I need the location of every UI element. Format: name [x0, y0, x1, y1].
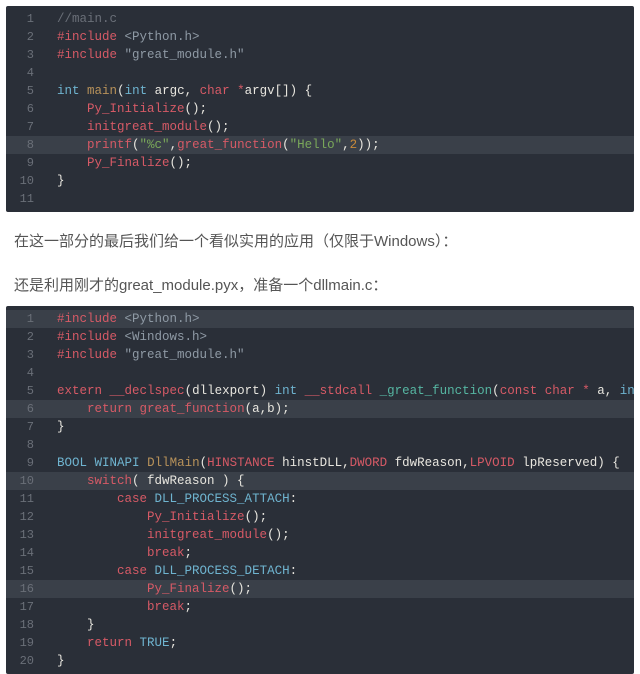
- code-block-2: 1 #include <Python.h>2 #include <Windows…: [6, 306, 634, 674]
- code-content: BOOL WINAPI DllMain(HINSTANCE hinstDLL,D…: [42, 454, 634, 472]
- line-number: 11: [6, 490, 42, 508]
- code-line: 13 initgreat_module();: [6, 526, 634, 544]
- line-number: 10: [6, 172, 42, 190]
- line-number: 9: [6, 154, 42, 172]
- code-line: 4: [6, 64, 634, 82]
- code-content: Py_Finalize();: [42, 154, 634, 172]
- line-number: 10: [6, 472, 42, 490]
- code-content: printf("%c",great_function("Hello",2));: [42, 136, 634, 154]
- code-line: 5 extern __declspec(dllexport) int __std…: [6, 382, 634, 400]
- line-number: 14: [6, 544, 42, 562]
- line-number: 11: [6, 190, 42, 208]
- code-line: 1 #include <Python.h>: [6, 310, 634, 328]
- line-number: 5: [6, 382, 42, 400]
- code-line: 6 return great_function(a,b);: [6, 400, 634, 418]
- code-content: int main(int argc, char *argv[]) {: [42, 82, 634, 100]
- code-line: 12 Py_Initialize();: [6, 508, 634, 526]
- paragraph-1: 在这一部分的最后我们给一个看似实用的应用（仅限于Windows）：: [0, 212, 640, 256]
- code-line: 7 }: [6, 418, 634, 436]
- line-number: 6: [6, 400, 42, 418]
- code-content: }: [42, 652, 634, 670]
- code-line: 1 //main.c: [6, 10, 634, 28]
- code-content: #include <Windows.h>: [42, 328, 634, 346]
- line-number: 1: [6, 10, 42, 28]
- line-number: 16: [6, 580, 42, 598]
- line-number: 15: [6, 562, 42, 580]
- code-line: 20 }: [6, 652, 634, 670]
- code-content: }: [42, 172, 634, 190]
- line-number: 4: [6, 64, 42, 82]
- code-line: 11: [6, 190, 634, 208]
- code-line: 10 switch( fdwReason ) {: [6, 472, 634, 490]
- line-number: 7: [6, 418, 42, 436]
- line-number: 18: [6, 616, 42, 634]
- line-number: 3: [6, 346, 42, 364]
- line-number: 8: [6, 436, 42, 454]
- code-content: case DLL_PROCESS_DETACH:: [42, 562, 634, 580]
- line-number: 1: [6, 310, 42, 328]
- line-number: 2: [6, 328, 42, 346]
- line-number: 5: [6, 82, 42, 100]
- code-content: return great_function(a,b);: [42, 400, 634, 418]
- code-content: Py_Finalize();: [42, 580, 634, 598]
- code-content: switch( fdwReason ) {: [42, 472, 634, 490]
- code-content: return TRUE;: [42, 634, 634, 652]
- code-line: 19 return TRUE;: [6, 634, 634, 652]
- line-number: 20: [6, 652, 42, 670]
- code-line: 9 BOOL WINAPI DllMain(HINSTANCE hinstDLL…: [6, 454, 634, 472]
- code-line: 8 printf("%c",great_function("Hello",2))…: [6, 136, 634, 154]
- line-number: 6: [6, 100, 42, 118]
- code-line: 4: [6, 364, 634, 382]
- code-content: //main.c: [42, 10, 634, 28]
- code-content: #include "great_module.h": [42, 346, 634, 364]
- code-content: }: [42, 616, 634, 634]
- code-content: break;: [42, 598, 634, 616]
- line-number: 17: [6, 598, 42, 616]
- code-line: 16 Py_Finalize();: [6, 580, 634, 598]
- code-line: 3 #include "great_module.h": [6, 46, 634, 64]
- code-line: 11 case DLL_PROCESS_ATTACH:: [6, 490, 634, 508]
- code-line: 10 }: [6, 172, 634, 190]
- line-number: 2: [6, 28, 42, 46]
- line-number: 8: [6, 136, 42, 154]
- code-block-1: 1 //main.c2 #include <Python.h>3 #includ…: [6, 6, 634, 212]
- code-line: 14 break;: [6, 544, 634, 562]
- code-content: case DLL_PROCESS_ATTACH:: [42, 490, 634, 508]
- code-content: #include <Python.h>: [42, 310, 634, 328]
- line-number: 13: [6, 526, 42, 544]
- code-content: #include <Python.h>: [42, 28, 634, 46]
- code-line: 18 }: [6, 616, 634, 634]
- code-line: 15 case DLL_PROCESS_DETACH:: [6, 562, 634, 580]
- line-number: 12: [6, 508, 42, 526]
- code-content: initgreat_module();: [42, 118, 634, 136]
- paragraph-2: 还是利用刚才的great_module.pyx，准备一个dllmain.c：: [0, 256, 640, 300]
- code-line: 2 #include <Python.h>: [6, 28, 634, 46]
- code-content: break;: [42, 544, 634, 562]
- line-number: 3: [6, 46, 42, 64]
- line-number: 19: [6, 634, 42, 652]
- code-line: 6 Py_Initialize();: [6, 100, 634, 118]
- line-number: 9: [6, 454, 42, 472]
- code-line: 7 initgreat_module();: [6, 118, 634, 136]
- code-content: extern __declspec(dllexport) int __stdca…: [42, 382, 634, 400]
- code-line: 2 #include <Windows.h>: [6, 328, 634, 346]
- code-line: 8: [6, 436, 634, 454]
- code-content: #include "great_module.h": [42, 46, 634, 64]
- line-number: 7: [6, 118, 42, 136]
- code-content: Py_Initialize();: [42, 508, 634, 526]
- code-content: Py_Initialize();: [42, 100, 634, 118]
- code-content: }: [42, 418, 634, 436]
- code-line: 5 int main(int argc, char *argv[]) {: [6, 82, 634, 100]
- code-line: 17 break;: [6, 598, 634, 616]
- line-number: 4: [6, 364, 42, 382]
- code-line: 9 Py_Finalize();: [6, 154, 634, 172]
- code-content: initgreat_module();: [42, 526, 634, 544]
- code-line: 3 #include "great_module.h": [6, 346, 634, 364]
